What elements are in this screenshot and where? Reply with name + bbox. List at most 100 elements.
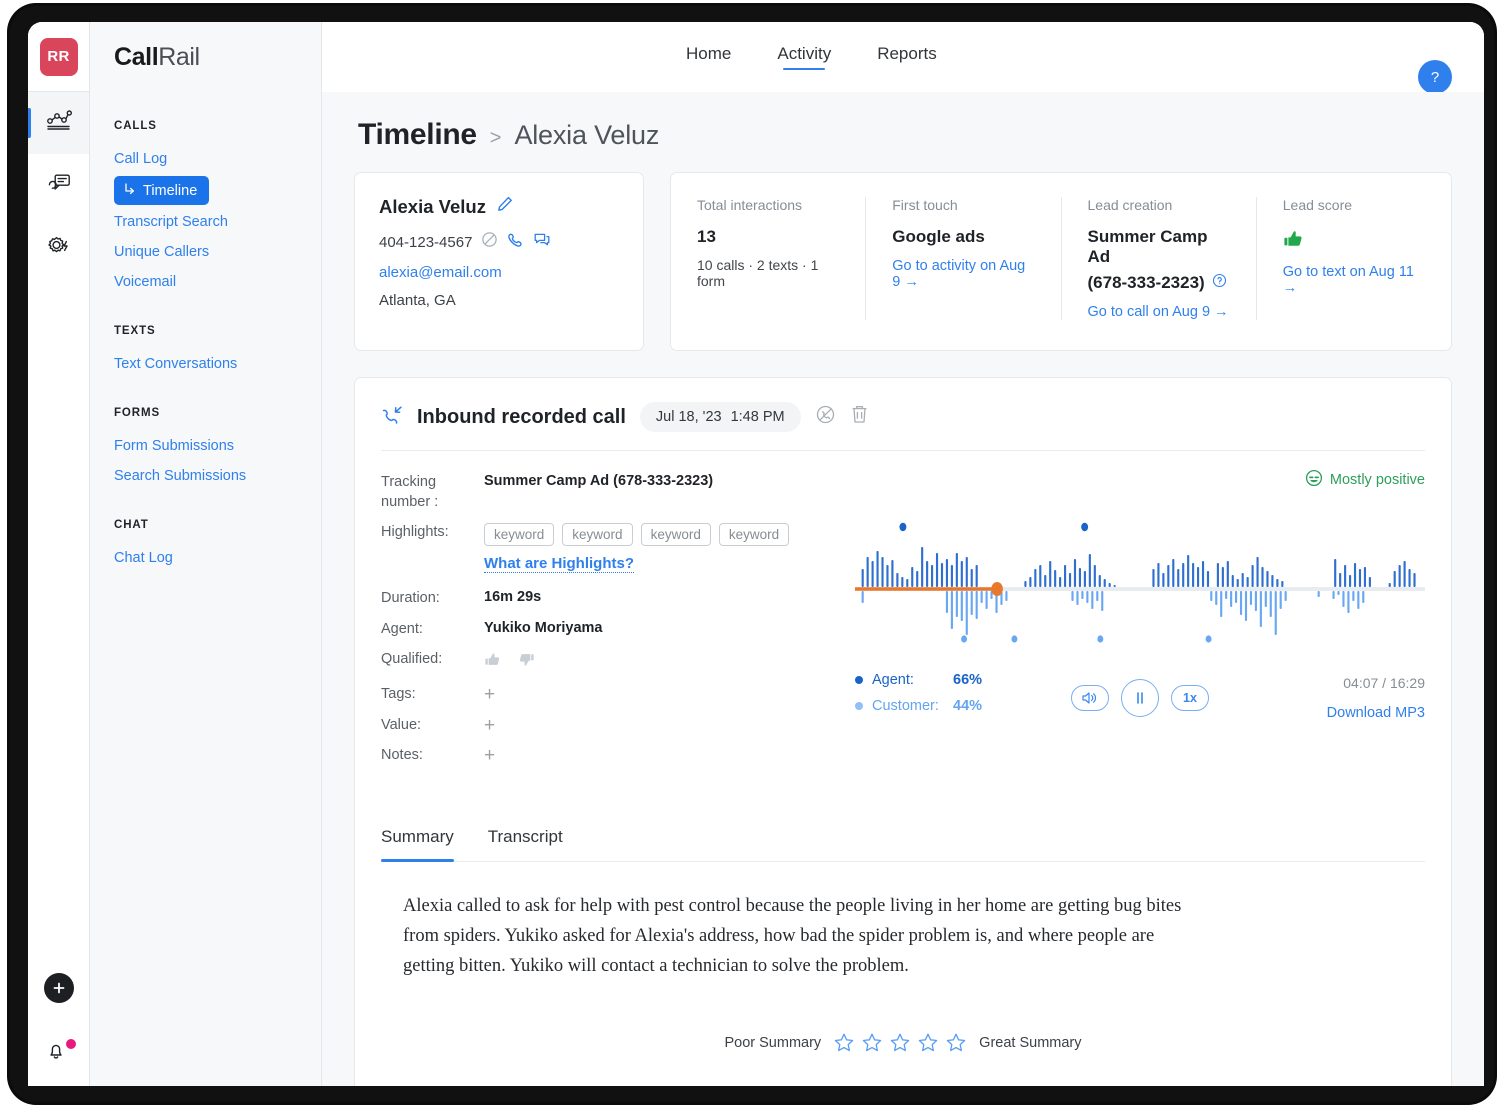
message-icon[interactable] (533, 231, 551, 253)
volume-button[interactable] (1071, 685, 1109, 711)
keyword-chip[interactable]: keyword (719, 523, 789, 546)
rating-star[interactable] (833, 1032, 855, 1054)
edit-pencil-icon[interactable] (496, 195, 514, 218)
block-number-icon[interactable] (815, 404, 836, 430)
waveform-bar (1157, 563, 1159, 587)
waveform-bar (881, 557, 883, 587)
rail-item-analytics[interactable] (28, 92, 89, 154)
sidebar-item-text-conversations[interactable]: Text Conversations (114, 349, 321, 379)
waveform-bar (1096, 591, 1098, 601)
main-content: Timeline > Alexia Veluz Alexia Veluz (322, 92, 1484, 1086)
rating-star[interactable] (917, 1032, 939, 1054)
customer-marker-dot[interactable] (1011, 635, 1017, 642)
call-header: Inbound recorded call Jul 18, '23 1:48 P… (355, 378, 1451, 432)
rating-star[interactable] (861, 1032, 883, 1054)
rail-logo: RR (28, 22, 89, 92)
sidebar-item-unique-callers[interactable]: Unique Callers (114, 237, 321, 267)
waveform-bar (1217, 563, 1219, 587)
rating-star[interactable] (889, 1032, 911, 1054)
waveform-bar (1250, 591, 1252, 605)
playback-rate-button[interactable]: 1x (1171, 685, 1209, 711)
tab-home[interactable]: Home (686, 44, 731, 70)
tab-activity[interactable]: Activity (777, 44, 831, 70)
playhead-handle[interactable] (991, 582, 1003, 596)
what-are-highlights-link[interactable]: What are Highlights? (484, 555, 634, 573)
contact-email[interactable]: alexia@email.com (379, 264, 619, 281)
waveform-bar (1182, 563, 1184, 587)
thumbs-up-icon[interactable] (484, 650, 503, 674)
sidebar-item-voicemail[interactable]: Voicemail (114, 267, 321, 297)
thumbs-down-icon[interactable] (516, 650, 535, 674)
sidebar-heading-texts: TEXTS (114, 325, 321, 337)
contact-phone-row: 404-123-4567 (379, 231, 619, 253)
brand-logo[interactable]: CallRail (90, 22, 321, 92)
keyword-chip[interactable]: keyword (484, 523, 554, 546)
rail-item-conversations[interactable] (28, 154, 89, 216)
waveform-bar (966, 557, 968, 587)
add-button[interactable] (44, 973, 74, 1003)
waveform-bar (1240, 591, 1242, 615)
sidebar-item-call-log[interactable]: Call Log (114, 144, 321, 174)
waveform-svg[interactable] (855, 513, 1425, 649)
waveform-bar (1265, 591, 1267, 607)
stat-link-activity[interactable]: Go to activity on Aug 9 → (892, 258, 1034, 290)
tab-summary[interactable]: Summary (381, 827, 454, 861)
pause-button[interactable] (1121, 679, 1159, 717)
waveform-bar (1332, 591, 1334, 599)
call-datetime-pill[interactable]: Jul 18, '23 1:48 PM (640, 402, 801, 432)
waveform-bar (872, 561, 874, 587)
waveform-bar (946, 559, 948, 587)
waveform-bar (981, 591, 983, 603)
add-value-button[interactable]: + (484, 716, 495, 736)
sidebar-item-form-submissions[interactable]: Form Submissions (114, 431, 321, 461)
agent-marker-dot[interactable] (899, 523, 906, 531)
waveform-bar (1399, 565, 1401, 587)
waveform-bar (886, 565, 888, 587)
rating-star[interactable] (945, 1032, 967, 1054)
waveform-bar (1230, 591, 1232, 607)
sidebar-item-timeline[interactable]: Timeline (114, 176, 209, 205)
help-button[interactable]: ? (1418, 60, 1452, 94)
waveform-bar (956, 591, 958, 617)
notification-badge-dot (66, 1039, 76, 1049)
add-tag-button[interactable]: + (484, 685, 495, 705)
call-title: Inbound recorded call (417, 406, 626, 429)
rail-item-settings[interactable] (28, 216, 89, 278)
sidebar-item-chat-log[interactable]: Chat Log (114, 543, 321, 573)
info-help-icon[interactable] (1212, 273, 1227, 293)
waveform-bar (1281, 581, 1283, 587)
sentiment-label: Mostly positive (1330, 472, 1425, 488)
avatar[interactable]: RR (40, 38, 78, 76)
keyword-chip[interactable]: keyword (562, 523, 632, 546)
notifications-button[interactable] (44, 1039, 74, 1068)
waveform-bar (1245, 591, 1247, 621)
delete-icon[interactable] (850, 404, 869, 430)
agent-marker-dot[interactable] (1081, 523, 1088, 531)
waveform-bar (1114, 585, 1116, 587)
sidebar-item-transcript-search[interactable]: Transcript Search (114, 207, 321, 237)
tab-transcript[interactable]: Transcript (488, 827, 563, 861)
customer-marker-dot[interactable] (1097, 635, 1103, 642)
waveform-bar (1261, 567, 1263, 587)
stat-value: 13 (697, 227, 839, 247)
rating-stars[interactable] (833, 1032, 967, 1054)
tab-reports[interactable]: Reports (877, 44, 937, 70)
waveform-bar (986, 591, 988, 609)
sidebar-item-search-submissions[interactable]: Search Submissions (114, 461, 321, 491)
keyword-chip[interactable]: keyword (641, 523, 711, 546)
waveform-bar (1187, 555, 1189, 587)
customer-marker-dot[interactable] (961, 635, 967, 642)
call-icon[interactable] (507, 231, 524, 253)
waveform-bar (862, 591, 864, 603)
waveform-bar (931, 565, 933, 587)
customer-marker-dot[interactable] (1206, 635, 1212, 642)
stat-link-text[interactable]: Go to text on Aug 11 → (1283, 264, 1425, 296)
stat-link-call[interactable]: Go to call on Aug 9 → (1088, 304, 1230, 320)
download-mp3-link[interactable]: Download MP3 (1327, 705, 1425, 721)
waveform[interactable] (855, 513, 1425, 649)
breadcrumb-root[interactable]: Timeline (358, 118, 477, 152)
block-caller-icon[interactable] (481, 231, 498, 253)
add-note-button[interactable]: + (484, 746, 495, 766)
customer-waveform-bars (862, 591, 1365, 635)
detail-value-agent: Yukiko Moriyama (484, 620, 602, 640)
